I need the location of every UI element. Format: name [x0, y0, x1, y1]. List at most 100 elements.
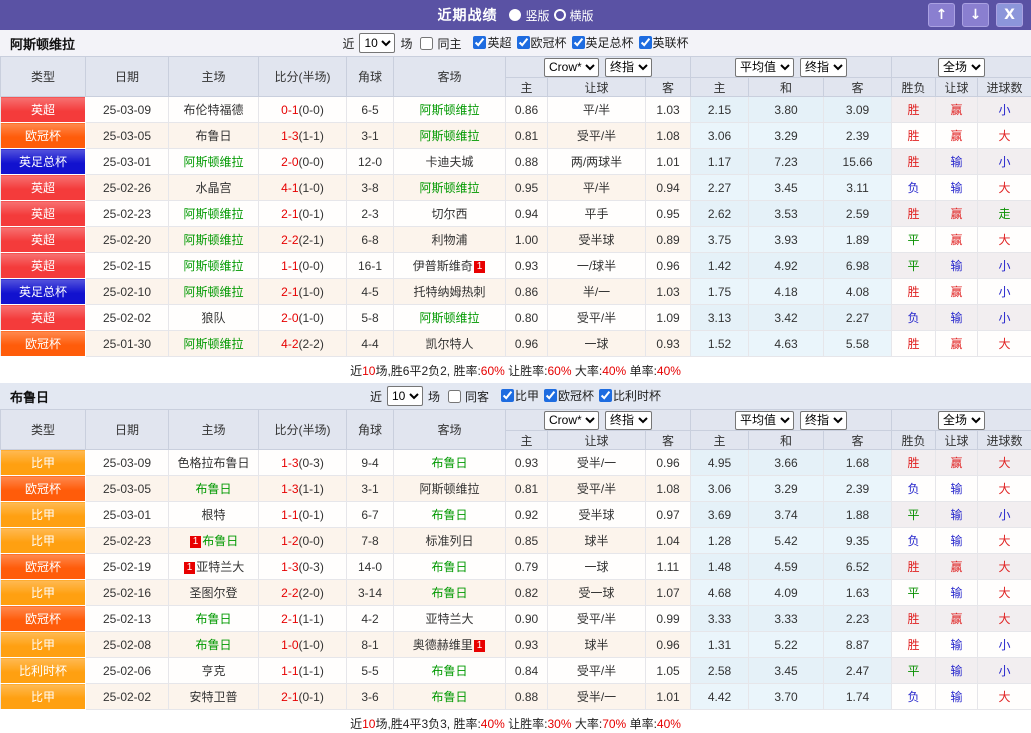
away-team: 1亚特兰大1 — [394, 606, 506, 632]
column-header-type: 类型 — [1, 57, 86, 97]
result-handicap: 赢 — [936, 97, 978, 123]
average-select[interactable]: 平均值 — [735, 411, 794, 430]
league-filter-checkbox[interactable] — [473, 36, 486, 49]
match-scope-select[interactable]: 全场 — [938, 58, 985, 77]
avg-draw-odds: 4.63 — [749, 331, 824, 357]
summary-text: 60% — [548, 364, 572, 378]
up-arrow-icon: ↑ — [936, 7, 948, 23]
result-handicap: 赢 — [936, 279, 978, 305]
move-down-button[interactable]: ↓ — [962, 3, 989, 27]
table-row: 英超 25-02-20 1阿斯顿维拉1 2-2(2-1) 6-8 1利物浦1 1… — [1, 227, 1031, 253]
league-filter-label: 比利时杯 — [613, 387, 661, 404]
move-up-button[interactable]: ↑ — [928, 3, 955, 27]
same-venue-checkbox[interactable] — [448, 390, 461, 403]
column-header-away: 客场 — [394, 410, 506, 450]
handicap-line: 受平/半 — [548, 123, 646, 149]
table-row: 英足总杯 25-02-10 1阿斯顿维拉1 2-1(1-0) 4-5 1托特纳姆… — [1, 279, 1031, 305]
corner-score: 4-5 — [347, 279, 394, 305]
home-odds: 0.88 — [506, 149, 548, 175]
away-odds: 0.89 — [646, 227, 691, 253]
home-team: 1色格拉布鲁日1 — [169, 450, 259, 476]
avg-draw-odds: 3.70 — [749, 684, 824, 710]
match-score: 2-1(1-1) — [259, 606, 347, 632]
league-filter-checkbox[interactable] — [639, 36, 652, 49]
summary-text: 40% — [602, 364, 626, 378]
summary-text: 让胜率: — [505, 364, 548, 378]
home-team: 1阿斯顿维拉1 — [169, 279, 259, 305]
final-odds-select[interactable]: 终指 — [605, 411, 652, 430]
avg-away-odds: 2.59 — [824, 201, 892, 227]
match-count-select[interactable]: 10 — [359, 33, 395, 53]
final-odds-select[interactable]: 终指 — [605, 58, 652, 77]
avg-away-odds: 5.58 — [824, 331, 892, 357]
summary-text: 10 — [362, 717, 375, 731]
match-score: 4-1(1-0) — [259, 175, 347, 201]
away-team: 1伊普斯维奇1 — [394, 253, 506, 279]
corner-score: 16-1 — [347, 253, 394, 279]
away-odds: 0.96 — [646, 632, 691, 658]
table-row: 英超 25-02-02 1狼队1 2-0(1-0) 5-8 1阿斯顿维拉1 0.… — [1, 305, 1031, 331]
league-filter-checkbox[interactable] — [501, 389, 514, 402]
result-goals: 走 — [978, 201, 1031, 227]
result-goals: 小 — [978, 149, 1031, 175]
league-filter: 英联杯 — [634, 34, 689, 51]
red-card-badge: 1 — [474, 640, 486, 652]
avg-away-odds: 8.87 — [824, 632, 892, 658]
result-winloss: 胜 — [892, 97, 936, 123]
layout-radio-group: 竖版 横版 — [509, 7, 593, 24]
league-type-badge: 英超 — [1, 305, 86, 331]
match-score: 1-1(0-0) — [259, 253, 347, 279]
league-filter-checkbox[interactable] — [572, 36, 585, 49]
team-section: 布鲁日 近 10 场 同客 比甲欧冠杯比利时杯 类型 日期 — [0, 383, 1031, 733]
match-score: 1-0(1-0) — [259, 632, 347, 658]
result-handicap: 赢 — [936, 123, 978, 149]
away-team: 1布鲁日1 — [394, 502, 506, 528]
result-winloss: 胜 — [892, 279, 936, 305]
result-winloss: 平 — [892, 227, 936, 253]
final-odds-select-2[interactable]: 终指 — [800, 411, 847, 430]
table-row: 比利时杯 25-02-06 1亨克1 1-1(1-1) 5-5 1布鲁日1 0.… — [1, 658, 1031, 684]
away-odds: 0.95 — [646, 201, 691, 227]
close-button[interactable]: X — [996, 3, 1023, 27]
section-bar: 阿斯顿维拉 近 10 场 同主 英超欧冠杯英足总杯英联杯 — [0, 30, 1031, 56]
league-filter-checkbox[interactable] — [599, 389, 612, 402]
result-handicap: 赢 — [936, 331, 978, 357]
vertical-layout-radio[interactable] — [509, 9, 521, 21]
match-count-select[interactable]: 10 — [387, 386, 423, 406]
odds-company-select[interactable]: Crow* — [544, 58, 599, 77]
horizontal-layout-radio[interactable] — [554, 9, 566, 21]
recent-results-window: 近期战绩 竖版 横版 ↑ ↓ X 阿斯顿维拉 近 10 场 同主 英超欧冠杯英足… — [0, 0, 1031, 733]
handicap-line: 受平/半 — [548, 305, 646, 331]
match-scope-select[interactable]: 全场 — [938, 411, 985, 430]
result-goals: 大 — [978, 580, 1031, 606]
away-odds: 1.09 — [646, 305, 691, 331]
column-header-goals: 进球数 — [978, 431, 1031, 450]
avg-away-odds: 2.39 — [824, 123, 892, 149]
home-team: 1布鲁日1 — [169, 123, 259, 149]
avg-away-odds: 15.66 — [824, 149, 892, 175]
handicap-line: 受平/半 — [548, 476, 646, 502]
column-header-handicap-result: 让球 — [936, 431, 978, 450]
handicap-line: 受半/一 — [548, 450, 646, 476]
league-filter: 英足总杯 — [567, 34, 634, 51]
league-filter-label: 欧冠杯 — [531, 34, 567, 51]
avg-away-odds: 2.23 — [824, 606, 892, 632]
summary-text: 让胜率: — [505, 717, 548, 731]
final-odds-select-2[interactable]: 终指 — [800, 58, 847, 77]
result-winloss: 胜 — [892, 123, 936, 149]
league-filter-checkbox[interactable] — [517, 36, 530, 49]
column-header-winloss: 胜负 — [892, 431, 936, 450]
match-date: 25-02-06 — [86, 658, 169, 684]
league-filter-checkbox[interactable] — [544, 389, 557, 402]
home-odds: 0.81 — [506, 476, 548, 502]
league-type-badge: 英超 — [1, 227, 86, 253]
same-venue-checkbox[interactable] — [420, 37, 433, 50]
average-select[interactable]: 平均值 — [735, 58, 794, 77]
odds-company-select[interactable]: Crow* — [544, 411, 599, 430]
corner-score: 2-3 — [347, 201, 394, 227]
avg-home-odds: 3.06 — [691, 476, 749, 502]
summary-text: 大率: — [572, 717, 603, 731]
match-score: 1-3(0-3) — [259, 450, 347, 476]
table-row: 欧冠杯 25-02-13 1布鲁日1 2-1(1-1) 4-2 1亚特兰大1 0… — [1, 606, 1031, 632]
corner-score: 3-1 — [347, 476, 394, 502]
